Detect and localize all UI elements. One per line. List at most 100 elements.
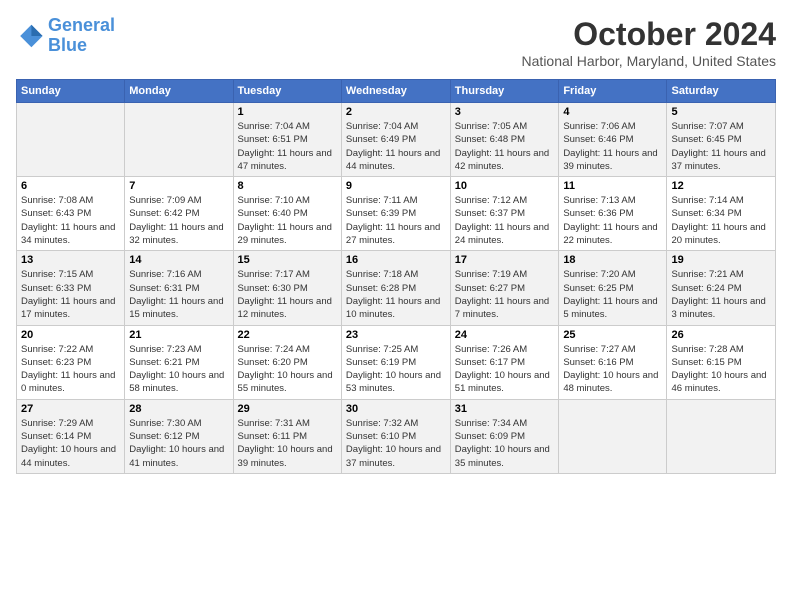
day-number: 15 xyxy=(238,254,337,266)
day-info: Sunrise: 7:09 AM Sunset: 6:42 PM Dayligh… xyxy=(129,194,228,247)
day-number: 16 xyxy=(346,254,446,266)
calendar-cell: 22 Sunrise: 7:24 AM Sunset: 6:20 PM Dayl… xyxy=(233,325,341,399)
calendar-body: 1 Sunrise: 7:04 AM Sunset: 6:51 PM Dayli… xyxy=(17,103,776,474)
day-number: 12 xyxy=(671,180,771,192)
sunset-text: Sunset: 6:10 PM xyxy=(346,431,416,442)
calendar-cell: 4 Sunrise: 7:06 AM Sunset: 6:46 PM Dayli… xyxy=(559,103,667,177)
calendar-cell: 27 Sunrise: 7:29 AM Sunset: 6:14 PM Dayl… xyxy=(17,399,125,473)
day-number: 29 xyxy=(238,403,337,415)
day-of-week-header: Monday xyxy=(125,80,233,103)
calendar-cell xyxy=(667,399,776,473)
calendar-week-row: 20 Sunrise: 7:22 AM Sunset: 6:23 PM Dayl… xyxy=(17,325,776,399)
day-number: 23 xyxy=(346,329,446,341)
sunrise-text: Sunrise: 7:34 AM xyxy=(455,418,527,429)
daylight-text: Daylight: 11 hours and 0 minutes. xyxy=(21,370,115,394)
day-number: 20 xyxy=(21,329,120,341)
calendar-cell: 11 Sunrise: 7:13 AM Sunset: 6:36 PM Dayl… xyxy=(559,177,667,251)
day-number: 9 xyxy=(346,180,446,192)
sunset-text: Sunset: 6:19 PM xyxy=(346,357,416,368)
sunrise-text: Sunrise: 7:14 AM xyxy=(671,195,743,206)
calendar-cell: 24 Sunrise: 7:26 AM Sunset: 6:17 PM Dayl… xyxy=(450,325,559,399)
day-number: 21 xyxy=(129,329,228,341)
daylight-text: Daylight: 10 hours and 37 minutes. xyxy=(346,444,441,468)
sunrise-text: Sunrise: 7:22 AM xyxy=(21,344,93,355)
sunrise-text: Sunrise: 7:32 AM xyxy=(346,418,418,429)
calendar-cell: 2 Sunrise: 7:04 AM Sunset: 6:49 PM Dayli… xyxy=(341,103,450,177)
day-number: 25 xyxy=(563,329,662,341)
location: National Harbor, Maryland, United States xyxy=(522,53,776,69)
day-number: 26 xyxy=(671,329,771,341)
sunrise-text: Sunrise: 7:04 AM xyxy=(238,121,310,132)
day-info: Sunrise: 7:28 AM Sunset: 6:15 PM Dayligh… xyxy=(671,343,771,396)
day-info: Sunrise: 7:04 AM Sunset: 6:49 PM Dayligh… xyxy=(346,120,446,173)
day-number: 13 xyxy=(21,254,120,266)
calendar-cell: 18 Sunrise: 7:20 AM Sunset: 6:25 PM Dayl… xyxy=(559,251,667,325)
daylight-text: Daylight: 10 hours and 48 minutes. xyxy=(563,370,658,394)
calendar-cell: 1 Sunrise: 7:04 AM Sunset: 6:51 PM Dayli… xyxy=(233,103,341,177)
sunset-text: Sunset: 6:37 PM xyxy=(455,208,525,219)
calendar-cell: 26 Sunrise: 7:28 AM Sunset: 6:15 PM Dayl… xyxy=(667,325,776,399)
sunset-text: Sunset: 6:33 PM xyxy=(21,283,91,294)
sunset-text: Sunset: 6:16 PM xyxy=(563,357,633,368)
calendar-cell: 23 Sunrise: 7:25 AM Sunset: 6:19 PM Dayl… xyxy=(341,325,450,399)
day-info: Sunrise: 7:07 AM Sunset: 6:45 PM Dayligh… xyxy=(671,120,771,173)
day-info: Sunrise: 7:06 AM Sunset: 6:46 PM Dayligh… xyxy=(563,120,662,173)
calendar-cell: 21 Sunrise: 7:23 AM Sunset: 6:21 PM Dayl… xyxy=(125,325,233,399)
sunset-text: Sunset: 6:27 PM xyxy=(455,283,525,294)
day-info: Sunrise: 7:19 AM Sunset: 6:27 PM Dayligh… xyxy=(455,268,555,321)
sunset-text: Sunset: 6:21 PM xyxy=(129,357,199,368)
day-info: Sunrise: 7:17 AM Sunset: 6:30 PM Dayligh… xyxy=(238,268,337,321)
day-number: 1 xyxy=(238,106,337,118)
day-number: 28 xyxy=(129,403,228,415)
sunset-text: Sunset: 6:39 PM xyxy=(346,208,416,219)
day-number: 2 xyxy=(346,106,446,118)
day-info: Sunrise: 7:18 AM Sunset: 6:28 PM Dayligh… xyxy=(346,268,446,321)
day-info: Sunrise: 7:23 AM Sunset: 6:21 PM Dayligh… xyxy=(129,343,228,396)
daylight-text: Daylight: 11 hours and 27 minutes. xyxy=(346,222,440,246)
sunset-text: Sunset: 6:43 PM xyxy=(21,208,91,219)
day-info: Sunrise: 7:22 AM Sunset: 6:23 PM Dayligh… xyxy=(21,343,120,396)
daylight-text: Daylight: 10 hours and 51 minutes. xyxy=(455,370,550,394)
sunset-text: Sunset: 6:46 PM xyxy=(563,134,633,145)
sunset-text: Sunset: 6:11 PM xyxy=(238,431,308,442)
logo-icon xyxy=(16,22,44,50)
sunrise-text: Sunrise: 7:21 AM xyxy=(671,269,743,280)
calendar-cell: 8 Sunrise: 7:10 AM Sunset: 6:40 PM Dayli… xyxy=(233,177,341,251)
sunrise-text: Sunrise: 7:24 AM xyxy=(238,344,310,355)
sunset-text: Sunset: 6:09 PM xyxy=(455,431,525,442)
day-info: Sunrise: 7:11 AM Sunset: 6:39 PM Dayligh… xyxy=(346,194,446,247)
sunrise-text: Sunrise: 7:30 AM xyxy=(129,418,201,429)
day-info: Sunrise: 7:12 AM Sunset: 6:37 PM Dayligh… xyxy=(455,194,555,247)
sunset-text: Sunset: 6:24 PM xyxy=(671,283,741,294)
calendar-cell: 31 Sunrise: 7:34 AM Sunset: 6:09 PM Dayl… xyxy=(450,399,559,473)
sunset-text: Sunset: 6:48 PM xyxy=(455,134,525,145)
day-of-week-header: Sunday xyxy=(17,80,125,103)
day-of-week-header: Friday xyxy=(559,80,667,103)
daylight-text: Daylight: 11 hours and 5 minutes. xyxy=(563,296,657,320)
day-number: 27 xyxy=(21,403,120,415)
sunrise-text: Sunrise: 7:29 AM xyxy=(21,418,93,429)
sunrise-text: Sunrise: 7:15 AM xyxy=(21,269,93,280)
day-number: 14 xyxy=(129,254,228,266)
day-info: Sunrise: 7:25 AM Sunset: 6:19 PM Dayligh… xyxy=(346,343,446,396)
calendar-cell: 6 Sunrise: 7:08 AM Sunset: 6:43 PM Dayli… xyxy=(17,177,125,251)
daylight-text: Daylight: 10 hours and 35 minutes. xyxy=(455,444,550,468)
sunrise-text: Sunrise: 7:17 AM xyxy=(238,269,310,280)
day-number: 10 xyxy=(455,180,555,192)
calendar-cell: 3 Sunrise: 7:05 AM Sunset: 6:48 PM Dayli… xyxy=(450,103,559,177)
calendar-cell: 9 Sunrise: 7:11 AM Sunset: 6:39 PM Dayli… xyxy=(341,177,450,251)
day-number: 17 xyxy=(455,254,555,266)
daylight-text: Daylight: 11 hours and 47 minutes. xyxy=(238,148,332,172)
daylight-text: Daylight: 11 hours and 20 minutes. xyxy=(671,222,765,246)
sunset-text: Sunset: 6:14 PM xyxy=(21,431,91,442)
sunset-text: Sunset: 6:17 PM xyxy=(455,357,525,368)
daylight-text: Daylight: 11 hours and 34 minutes. xyxy=(21,222,115,246)
daylight-text: Daylight: 11 hours and 3 minutes. xyxy=(671,296,765,320)
calendar-cell xyxy=(559,399,667,473)
day-info: Sunrise: 7:29 AM Sunset: 6:14 PM Dayligh… xyxy=(21,417,120,470)
sunrise-text: Sunrise: 7:06 AM xyxy=(563,121,635,132)
day-info: Sunrise: 7:30 AM Sunset: 6:12 PM Dayligh… xyxy=(129,417,228,470)
sunrise-text: Sunrise: 7:26 AM xyxy=(455,344,527,355)
day-number: 11 xyxy=(563,180,662,192)
daylight-text: Daylight: 11 hours and 37 minutes. xyxy=(671,148,765,172)
